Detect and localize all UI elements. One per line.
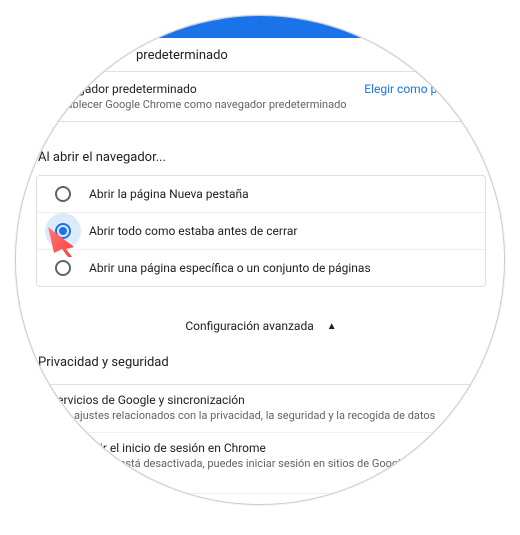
- chevron-up-icon: ▲: [327, 321, 337, 332]
- radio-icon: [55, 186, 71, 202]
- settings-page: predeterminado Navegador predeterminado …: [16, 16, 505, 505]
- circular-viewport: predeterminado Navegador predeterminado …: [15, 15, 505, 505]
- radio-icon: [55, 260, 71, 276]
- set-default-link[interactable]: Elegir como predete: [356, 82, 471, 96]
- privacy-item-sync[interactable]: Servicios de Google y sincronización Más…: [36, 384, 486, 432]
- startup-option-continue[interactable]: Abrir todo como estaba antes de cerrar: [37, 213, 485, 250]
- radio-label: Abrir una página específica o un conjunt…: [89, 261, 371, 275]
- advanced-label: Configuración avanzada: [185, 319, 313, 333]
- radio-label: Abrir la página Nueva pestaña: [89, 187, 249, 201]
- startup-options-card: Abrir la página Nueva pestaña Abrir todo…: [36, 175, 486, 287]
- default-browser-card: Navegador predeterminado Establecer Goog…: [36, 71, 486, 122]
- default-browser-text: Navegador predeterminado Establecer Goog…: [51, 82, 356, 111]
- radio-label: Abrir todo como estaba antes de cerrar: [89, 224, 297, 238]
- privacy-item-subtitle: ción está desactivada, puedes iniciar se…: [96, 457, 472, 483]
- privacy-item-signin[interactable]: tir el inicio de sesión en Chrome ción e…: [36, 432, 486, 493]
- privacy-item-title: miento con tu tráfico de navegación: [166, 502, 472, 505]
- default-browser-subtitle: Establecer Google Chrome como navegador …: [51, 98, 356, 111]
- privacy-section-heading: Privacidad y seguridad: [36, 355, 486, 384]
- privacy-list: Servicios de Google y sincronización Más…: [36, 384, 486, 505]
- startup-option-specific[interactable]: Abrir una página específica o un conjunt…: [37, 250, 485, 286]
- default-browser-title: Navegador predeterminado: [51, 82, 356, 96]
- section-title-default-browser: predeterminado: [36, 38, 486, 71]
- privacy-item-title: Servicios de Google y sincronización: [50, 393, 472, 407]
- blue-top-bar: [16, 16, 505, 38]
- startup-option-new-tab[interactable]: Abrir la página Nueva pestaña: [37, 176, 485, 213]
- privacy-item-title: tir el inicio de sesión en Chrome: [96, 441, 472, 455]
- privacy-item-traffic[interactable]: miento con tu tráfico de navegación: [36, 493, 486, 505]
- advanced-toggle[interactable]: Configuración avanzada ▲: [36, 301, 486, 355]
- startup-section-heading: Al abrir el navegador...: [36, 136, 486, 175]
- privacy-item-subtitle: Más ajustes relacionados con la privacid…: [50, 409, 472, 422]
